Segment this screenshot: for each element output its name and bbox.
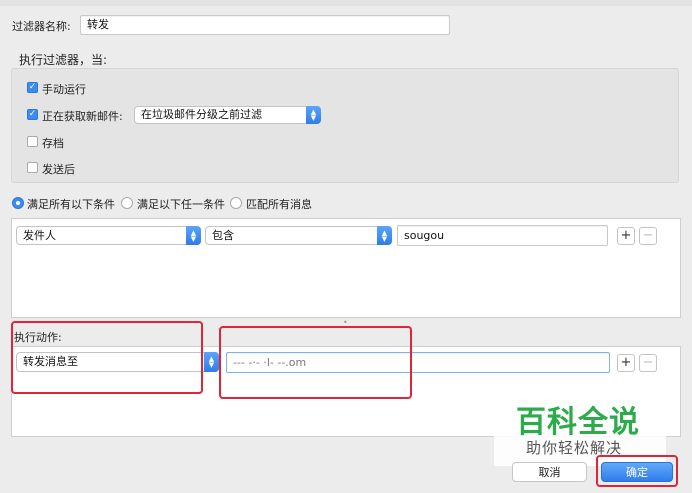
match-all-label: 满足所有以下条件 bbox=[27, 198, 115, 211]
archive-label: 存档 bbox=[42, 137, 64, 150]
condition-field-value: 发件人 bbox=[23, 229, 56, 242]
match-any-label: 满足以下任一条件 bbox=[137, 198, 225, 211]
manual-run-checkbox[interactable]: ✓ bbox=[27, 82, 38, 93]
after-send-label: 发送后 bbox=[42, 163, 75, 176]
watermark-title: 百科全说 bbox=[516, 405, 640, 440]
spam-timing-select[interactable]: 在垃圾邮件分级之前过滤 ▲ ▼ bbox=[134, 106, 321, 124]
filter-name-label: 过滤器名称: bbox=[12, 20, 71, 33]
run-section-title: 执行过滤器，当: bbox=[19, 53, 108, 67]
spam-timing-value: 在垃圾邮件分级之前过滤 bbox=[141, 108, 262, 121]
match-any-radio[interactable] bbox=[121, 197, 133, 209]
after-send-checkbox[interactable] bbox=[27, 162, 38, 173]
chevron-updown-icon: ▲ ▼ bbox=[186, 226, 201, 245]
manual-run-label: 手动运行 bbox=[42, 83, 86, 96]
fetching-mail-label: 正在获取新邮件: bbox=[42, 110, 123, 123]
condition-value-input[interactable]: sougou bbox=[397, 225, 608, 246]
highlight-box-address bbox=[219, 326, 412, 399]
filter-name-input[interactable]: 转发 bbox=[80, 15, 450, 35]
highlight-box-action bbox=[11, 321, 203, 394]
chevron-updown-icon: ▲ ▼ bbox=[204, 352, 219, 372]
match-all-radio[interactable] bbox=[12, 197, 24, 209]
check-icon: ✓ bbox=[28, 109, 37, 119]
window-top-edge bbox=[0, 0, 692, 6]
match-every-message-radio[interactable] bbox=[230, 197, 242, 209]
remove-action-button[interactable]: − bbox=[639, 354, 657, 372]
chevron-updown-icon: ▲ ▼ bbox=[377, 226, 392, 245]
archive-checkbox[interactable] bbox=[27, 136, 38, 147]
condition-field-select[interactable]: 发件人 ▲ ▼ bbox=[16, 226, 201, 245]
add-condition-button[interactable]: + bbox=[617, 227, 635, 245]
condition-operator-value: 包含 bbox=[212, 229, 234, 242]
condition-operator-select[interactable]: 包含 ▲ ▼ bbox=[205, 226, 392, 245]
ok-button[interactable]: 确定 bbox=[601, 462, 673, 482]
match-every-message-label: 匹配所有消息 bbox=[246, 198, 312, 211]
cancel-button[interactable]: 取消 bbox=[512, 462, 587, 482]
chevron-updown-icon: ▲ ▼ bbox=[306, 106, 321, 124]
run-options-group bbox=[11, 68, 679, 183]
remove-condition-button[interactable]: − bbox=[639, 227, 657, 245]
add-action-button[interactable]: + bbox=[617, 354, 635, 372]
check-icon: ✓ bbox=[28, 82, 37, 92]
fetching-mail-checkbox[interactable]: ✓ bbox=[27, 109, 38, 120]
